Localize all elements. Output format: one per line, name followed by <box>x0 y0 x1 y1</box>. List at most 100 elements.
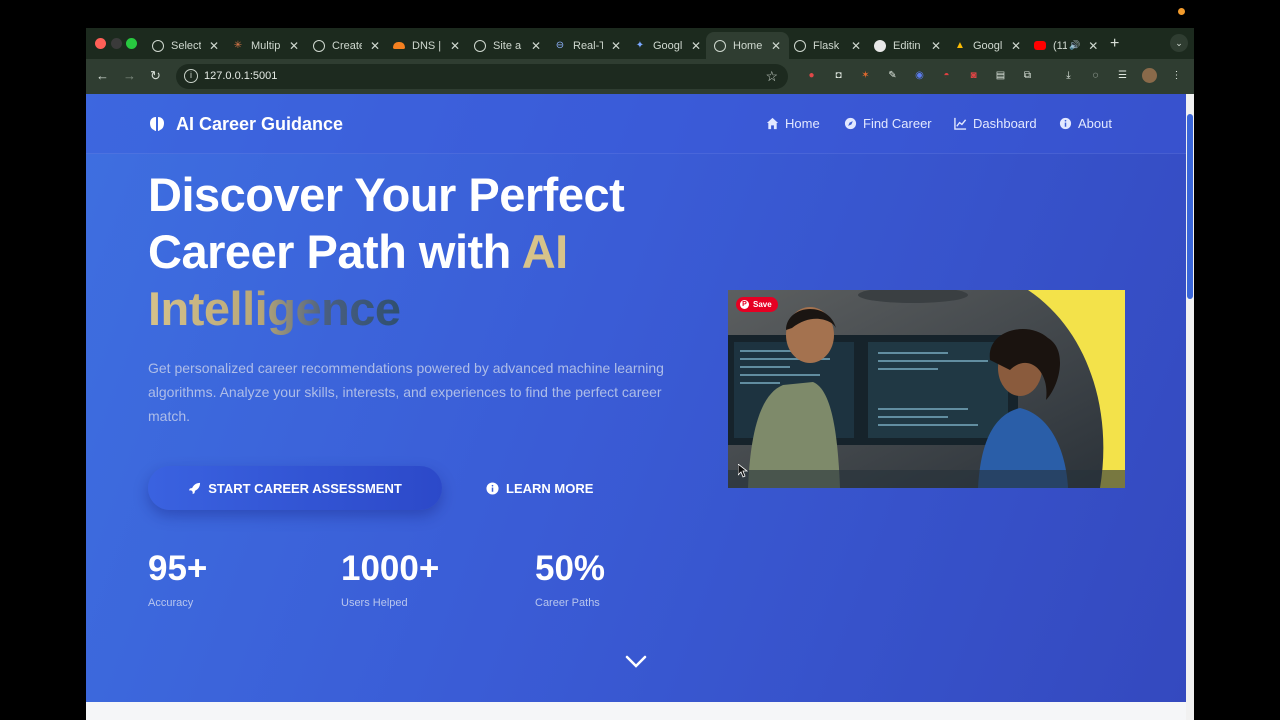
close-icon[interactable]: ✕ <box>370 39 380 53</box>
eyedropper-extension-icon[interactable]: ✎ <box>885 68 900 83</box>
globe-icon <box>474 39 486 52</box>
tab-multip[interactable]: ✳ Multip ✕ <box>224 32 307 59</box>
save-label: Save <box>753 300 772 309</box>
status-dot <box>1178 8 1185 15</box>
close-icon[interactable]: ✕ <box>209 39 219 53</box>
close-icon[interactable]: ✕ <box>771 39 781 53</box>
extension-icon-3[interactable]: ✶ <box>858 68 873 83</box>
browser-toolbar: ← → ↻ i 127.0.0.1:5001 ☆ ● ◘ ✶ ✎ ◉ ◓ ◙ ▤… <box>86 59 1194 94</box>
close-window-button[interactable] <box>95 38 106 49</box>
profile-avatar[interactable] <box>1142 68 1157 83</box>
bookmark-star-icon[interactable]: ☆ <box>765 68 778 85</box>
stat-label: Accuracy <box>148 597 194 609</box>
address-bar[interactable]: i 127.0.0.1:5001 ☆ <box>176 64 788 89</box>
scroll-down-chevron-icon[interactable] <box>624 654 648 670</box>
tab-google-gemini[interactable]: ✦ Googl ✕ <box>626 32 709 59</box>
close-icon[interactable]: ✕ <box>531 39 541 53</box>
nav-home[interactable]: Home <box>766 116 820 131</box>
site-navbar: AI Career Guidance Home Find Career Dash… <box>86 94 1186 154</box>
page-scrollbar[interactable] <box>1186 94 1194 720</box>
pokeball-extension-icon[interactable]: ◓ <box>939 68 954 83</box>
learn-more-button[interactable]: LEARN MORE <box>486 466 593 510</box>
hero-subtitle: Get personalized career recommendations … <box>148 360 664 424</box>
tab-search-button[interactable]: ⌄ <box>1170 34 1188 52</box>
hero-title-part: Career Path with <box>148 225 522 278</box>
reading-list-icon[interactable]: ☰ <box>1115 68 1130 83</box>
stat-accuracy: 95+ Accuracy <box>148 549 207 609</box>
next-section-edge <box>86 702 1186 720</box>
hero-image: P Save <box>728 290 1125 488</box>
hero-title-intelligence: Intelligence <box>148 282 401 335</box>
github-icon <box>874 39 886 52</box>
extension-icon-7[interactable]: ◙ <box>966 68 981 83</box>
hero-title-line-2: Career Path with AI <box>148 223 708 280</box>
nav-about[interactable]: About <box>1059 116 1112 131</box>
start-assessment-button[interactable]: START CAREER ASSESSMENT <box>148 466 442 510</box>
close-icon[interactable]: ✕ <box>691 39 701 53</box>
minimize-window-button[interactable] <box>111 38 122 49</box>
tab-flask[interactable]: Flask ✕ <box>786 32 869 59</box>
rocket-icon <box>189 482 201 494</box>
nav-about-label: About <box>1078 116 1112 131</box>
maximize-window-button[interactable] <box>126 38 137 49</box>
nav-dashboard-label: Dashboard <box>973 116 1037 131</box>
close-icon[interactable]: ✕ <box>450 39 460 53</box>
tab-home[interactable]: Home ✕ <box>706 32 790 59</box>
reload-button[interactable]: ↻ <box>150 68 161 84</box>
new-tab-button[interactable]: + <box>1110 35 1119 53</box>
tab-youtube[interactable]: (11 🔊 ✕ <box>1026 32 1106 59</box>
home-icon <box>766 117 779 130</box>
brain-icon <box>150 117 164 131</box>
globe-icon <box>714 39 726 52</box>
youtube-icon <box>1034 41 1046 50</box>
stat-career-paths: 50% Career Paths <box>535 549 605 609</box>
close-icon[interactable]: ✕ <box>1011 39 1021 53</box>
chart-line-icon <box>954 117 967 130</box>
camera-extension-icon[interactable]: ◘ <box>831 68 846 83</box>
nav-find-career[interactable]: Find Career <box>844 116 932 131</box>
hero-title-ai: AI <box>521 225 569 278</box>
site-info-icon[interactable]: i <box>184 69 198 83</box>
learn-more-label: LEARN MORE <box>506 480 594 496</box>
performance-icon[interactable]: ◌ <box>1088 68 1103 83</box>
tab-editing[interactable]: Editin ✕ <box>866 32 949 59</box>
info-circle-icon <box>486 481 499 495</box>
close-icon[interactable]: ✕ <box>1088 39 1098 53</box>
clipboard-extension-icon[interactable]: ▤ <box>993 68 1008 83</box>
close-icon[interactable]: ✕ <box>931 39 941 53</box>
nav-home-label: Home <box>785 116 820 131</box>
gemini-icon: ✦ <box>635 39 645 51</box>
extension-icon-5[interactable]: ◉ <box>912 68 927 83</box>
tab-realtime[interactable]: ⊖ Real-T ✕ <box>546 32 629 59</box>
nav-dashboard[interactable]: Dashboard <box>954 116 1037 131</box>
puzzle-extensions-icon[interactable]: ⧉ <box>1020 68 1035 83</box>
stat-users-helped: 1000+ Users Helped <box>341 549 439 609</box>
tab-select[interactable]: Select ✕ <box>144 32 227 59</box>
close-icon[interactable]: ✕ <box>611 39 621 53</box>
tab-create[interactable]: Create ✕ <box>305 32 388 59</box>
compass-icon <box>844 117 857 130</box>
close-icon[interactable]: ✕ <box>851 39 861 53</box>
scrollbar-thumb[interactable] <box>1187 114 1193 299</box>
download-icon[interactable]: ⤓ <box>1061 68 1076 83</box>
pinterest-save-button[interactable]: P Save <box>736 297 778 312</box>
stat-label: Career Paths <box>535 597 600 609</box>
tab-google-drive[interactable]: ▲ Googl ✕ <box>946 32 1029 59</box>
url-text: 127.0.0.1:5001 <box>204 70 278 82</box>
drive-icon: ▲ <box>955 39 965 51</box>
cloudflare-icon <box>393 42 405 49</box>
web-page: AI Career Guidance Home Find Career Dash… <box>86 94 1186 702</box>
back-button[interactable]: ← <box>96 68 109 83</box>
close-icon[interactable]: ✕ <box>289 39 299 53</box>
link-icon: ⊖ <box>555 39 565 51</box>
start-assessment-label: START CAREER ASSESSMENT <box>208 480 402 496</box>
menu-dots-icon[interactable]: ⋮ <box>1169 68 1184 83</box>
stat-value: 1000+ <box>341 549 440 588</box>
openai-icon <box>313 39 325 52</box>
mouse-cursor-icon <box>738 464 748 478</box>
forward-button[interactable]: → <box>123 68 136 83</box>
tab-site[interactable]: Site a ✕ <box>466 32 549 59</box>
tab-dns[interactable]: DNS | ✕ <box>385 32 468 59</box>
extension-icon-1[interactable]: ● <box>804 68 819 83</box>
brand-title[interactable]: AI Career Guidance <box>176 114 343 135</box>
